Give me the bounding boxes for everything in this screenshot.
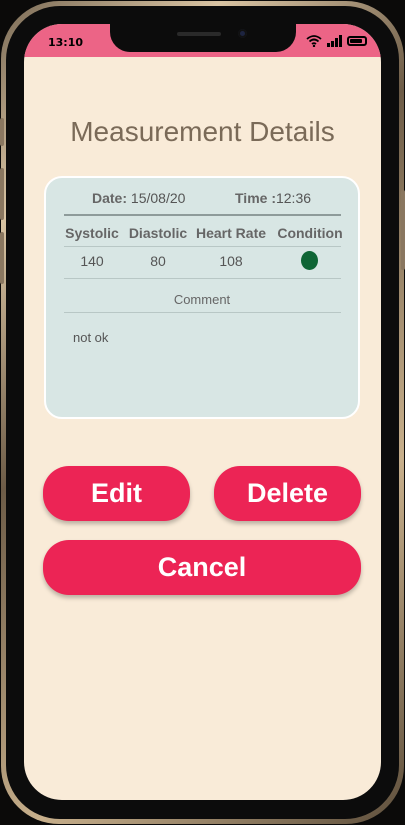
time-label: Time : (235, 190, 276, 206)
status-time: 13:10 (48, 36, 84, 49)
delete-button[interactable]: Delete (214, 466, 361, 521)
comment-text: not ok (73, 330, 109, 345)
column-header-diastolic: Diastolic (128, 225, 188, 241)
column-header-systolic: Systolic (65, 225, 119, 241)
date-field: Date: 15/08/20 (92, 190, 185, 206)
speaker-grille (177, 32, 221, 36)
signal-icon (327, 35, 342, 47)
column-header-heart-rate: Heart Rate (195, 225, 267, 241)
status-icons (306, 35, 367, 47)
condition-indicator (301, 251, 318, 270)
columns-divider (64, 246, 341, 247)
cancel-button[interactable]: Cancel (43, 540, 361, 595)
measurement-card: Date: 15/08/20 Time :12:36 Systolic Dias… (44, 176, 360, 419)
page-title: Measurement Details (70, 116, 335, 147)
values-divider (64, 278, 341, 279)
date-value: 15/08/20 (130, 190, 186, 206)
comment-label: Comment (173, 292, 231, 307)
battery-icon (347, 36, 367, 46)
diastolic-value: 80 (150, 253, 166, 269)
comment-divider (64, 312, 341, 313)
column-header-condition: Condition (277, 225, 343, 241)
heart-rate-value: 108 (219, 253, 243, 269)
front-camera (238, 29, 247, 38)
notch (110, 24, 296, 52)
header-divider (64, 214, 341, 216)
edit-button[interactable]: Edit (43, 466, 190, 521)
time-value: 12:36 (275, 190, 312, 206)
mute-switch (0, 118, 4, 146)
app-screen: 13:10 Measurement Details Date: 15/08/20… (24, 24, 381, 800)
time-field: Time :12:36 (235, 190, 311, 206)
power-button (401, 190, 405, 270)
wifi-icon (306, 35, 322, 47)
volume-up-button (0, 168, 4, 220)
systolic-value: 140 (80, 253, 104, 269)
date-label: Date: (92, 190, 128, 206)
volume-down-button (0, 232, 4, 284)
